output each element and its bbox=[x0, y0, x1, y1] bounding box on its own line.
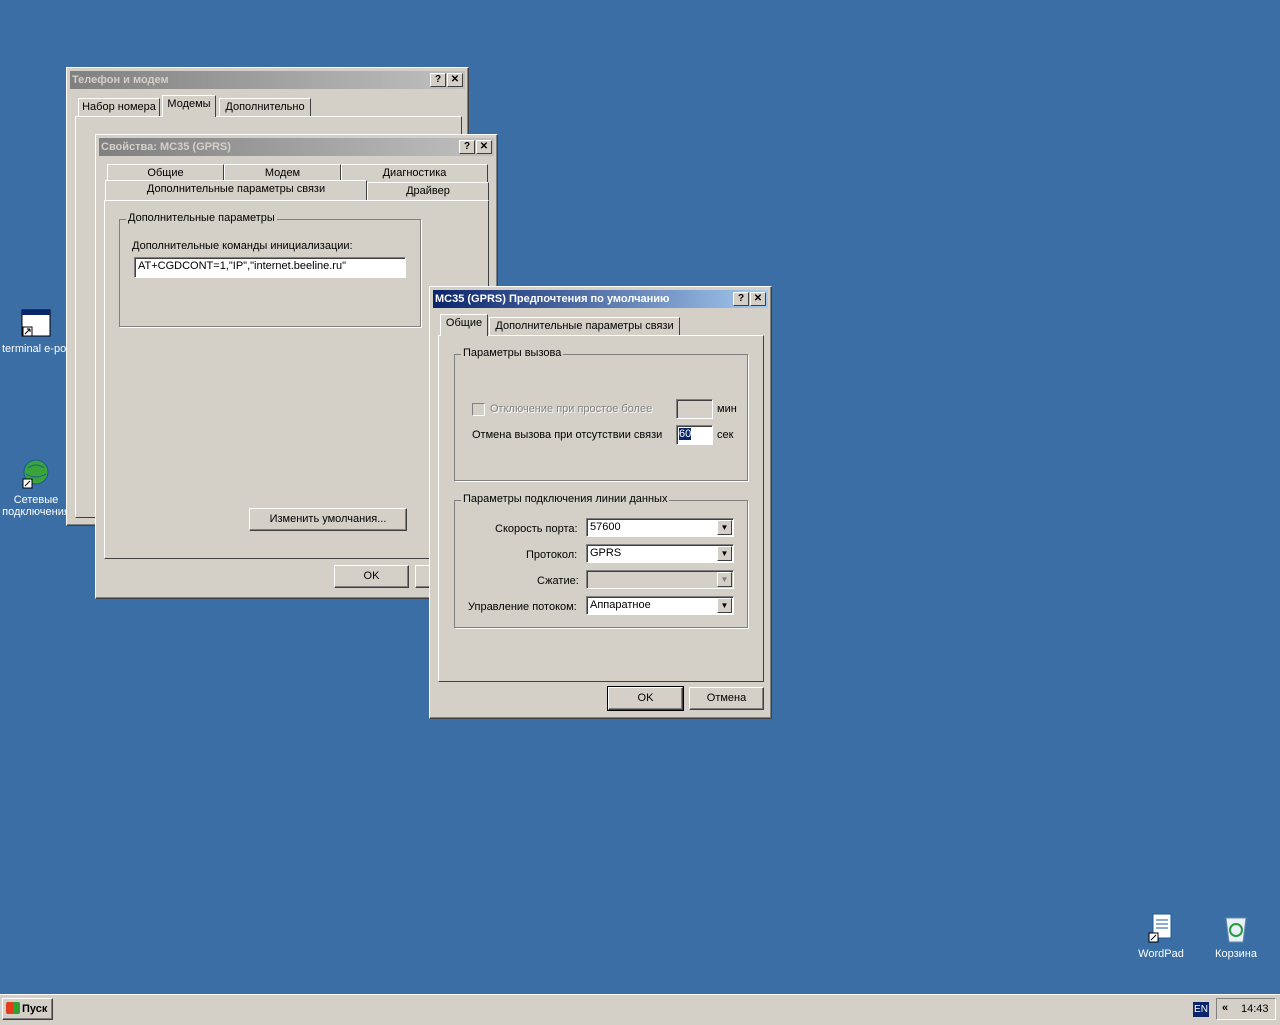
tab-advanced[interactable]: Дополнительно bbox=[219, 98, 311, 116]
group-title: Параметры подключения линии данных bbox=[461, 493, 670, 505]
preferences-titlebar[interactable]: MC35 (GPRS) Предпочтения по умолчанию ? … bbox=[433, 290, 768, 308]
protocol-select[interactable]: GPRS ▼ bbox=[586, 544, 734, 563]
desktop-icon-label: terminal e-port bbox=[2, 343, 70, 355]
group-title: Дополнительные параметры bbox=[126, 212, 277, 224]
chevron-down-icon[interactable]: ▼ bbox=[717, 520, 732, 535]
desktop-icon-label: Корзина bbox=[1215, 948, 1257, 960]
cancel-call-unit-label: сек bbox=[717, 429, 734, 441]
window-title: Свойства: MC35 (GPRS) bbox=[101, 141, 231, 153]
call-params-group: Параметры вызова Отключение при простое … bbox=[454, 347, 748, 481]
windows-logo-icon bbox=[6, 1002, 20, 1014]
taskbar: Пуск EN « 14:43 bbox=[0, 994, 1280, 1025]
compression-label: Сжатие: bbox=[537, 575, 579, 587]
desktop-icon-label: Сетевые bbox=[13, 494, 59, 506]
idle-unit-label: мин bbox=[717, 403, 737, 415]
idle-minutes-input[interactable] bbox=[676, 399, 713, 419]
help-button[interactable]: ? bbox=[430, 73, 446, 87]
change-defaults-button[interactable]: Изменить умолчания... bbox=[249, 508, 407, 531]
help-button[interactable]: ? bbox=[459, 140, 475, 154]
selected-value: Аппаратное bbox=[590, 599, 651, 611]
wordpad-icon bbox=[1145, 912, 1177, 944]
start-label: Пуск bbox=[22, 1003, 48, 1015]
tab-advanced-settings[interactable]: Дополнительные параметры связи bbox=[105, 180, 367, 200]
network-globe-icon bbox=[20, 458, 52, 490]
properties-titlebar[interactable]: Свойства: MC35 (GPRS) ? ✕ bbox=[99, 138, 494, 156]
tab-modems[interactable]: Модемы bbox=[162, 95, 216, 117]
window-title: MC35 (GPRS) Предпочтения по умолчанию bbox=[435, 293, 670, 305]
selected-value: 60 bbox=[679, 428, 692, 440]
chevron-down-icon[interactable]: ▼ bbox=[717, 546, 732, 561]
phone-modem-titlebar[interactable]: Телефон и модем ? ✕ bbox=[70, 71, 465, 89]
window-title: Телефон и модем bbox=[72, 74, 169, 86]
terminal-app-icon bbox=[20, 307, 52, 339]
recycle-bin-icon bbox=[1220, 912, 1252, 944]
tray-area: « 14:43 bbox=[1216, 998, 1276, 1020]
chevron-down-icon[interactable]: ▼ bbox=[717, 598, 732, 613]
idle-disconnect-checkbox[interactable] bbox=[472, 403, 485, 416]
language-indicator[interactable]: EN bbox=[1193, 1002, 1209, 1017]
protocol-label: Протокол: bbox=[526, 549, 578, 561]
desktop-icon-recycle-bin[interactable]: Корзина bbox=[1198, 912, 1274, 960]
default-preferences-window: MC35 (GPRS) Предпочтения по умолчанию ? … bbox=[429, 286, 772, 719]
selected-value: GPRS bbox=[590, 547, 622, 559]
flow-control-select[interactable]: Аппаратное ▼ bbox=[586, 596, 734, 615]
tab-dialing[interactable]: Набор номера bbox=[78, 98, 160, 116]
ok-button[interactable]: OK bbox=[607, 686, 684, 711]
desktop-icon-label: подключения bbox=[2, 506, 70, 518]
idle-disconnect-label: Отключение при простое более bbox=[490, 403, 653, 415]
close-button[interactable]: ✕ bbox=[476, 140, 492, 154]
flow-control-label: Управление потоком: bbox=[468, 601, 577, 613]
cancel-call-label: Отмена вызова при отсутствии связи bbox=[472, 429, 663, 441]
tab-driver[interactable]: Драйвер bbox=[367, 182, 489, 200]
data-connection-group: Параметры подключения линии данных Скоро… bbox=[454, 493, 748, 628]
clock[interactable]: 14:43 bbox=[1241, 1003, 1269, 1015]
close-button[interactable]: ✕ bbox=[447, 73, 463, 87]
port-speed-select[interactable]: 57600 ▼ bbox=[586, 518, 734, 537]
preferences-panel: Параметры вызова Отключение при простое … bbox=[438, 335, 764, 682]
desktop-icon-network-connections[interactable]: Сетевые подключения bbox=[0, 458, 74, 518]
port-speed-label: Скорость порта: bbox=[495, 523, 578, 535]
desktop-icon-wordpad[interactable]: WordPad bbox=[1123, 912, 1199, 960]
tab-general[interactable]: Общие bbox=[440, 314, 488, 336]
start-button[interactable]: Пуск bbox=[2, 998, 53, 1020]
chevron-down-icon[interactable]: ▼ bbox=[717, 572, 732, 587]
ok-button[interactable]: OK bbox=[334, 565, 409, 588]
desktop-icon-terminal[interactable]: terminal e-port bbox=[0, 307, 74, 355]
close-button[interactable]: ✕ bbox=[750, 292, 766, 306]
selected-value: 57600 bbox=[590, 521, 621, 533]
cancel-button[interactable]: Отмена bbox=[689, 687, 764, 710]
init-commands-label: Дополнительные команды инициализации: bbox=[132, 240, 353, 252]
advanced-params-group: Дополнительные параметры Дополнительные … bbox=[119, 212, 421, 327]
help-button[interactable]: ? bbox=[733, 292, 749, 306]
group-title: Параметры вызова bbox=[461, 347, 564, 359]
cancel-call-seconds-input[interactable]: 60 bbox=[676, 425, 713, 445]
tray-expand-chevron[interactable]: « bbox=[1222, 1002, 1228, 1014]
compression-select[interactable]: ▼ bbox=[586, 570, 734, 589]
init-commands-input[interactable]: AT+CGDCONT=1,"IP","internet.beeline.ru" bbox=[134, 257, 406, 278]
tab-advanced-connection[interactable]: Дополнительные параметры связи bbox=[489, 317, 680, 335]
desktop-icon-label: WordPad bbox=[1138, 948, 1184, 960]
